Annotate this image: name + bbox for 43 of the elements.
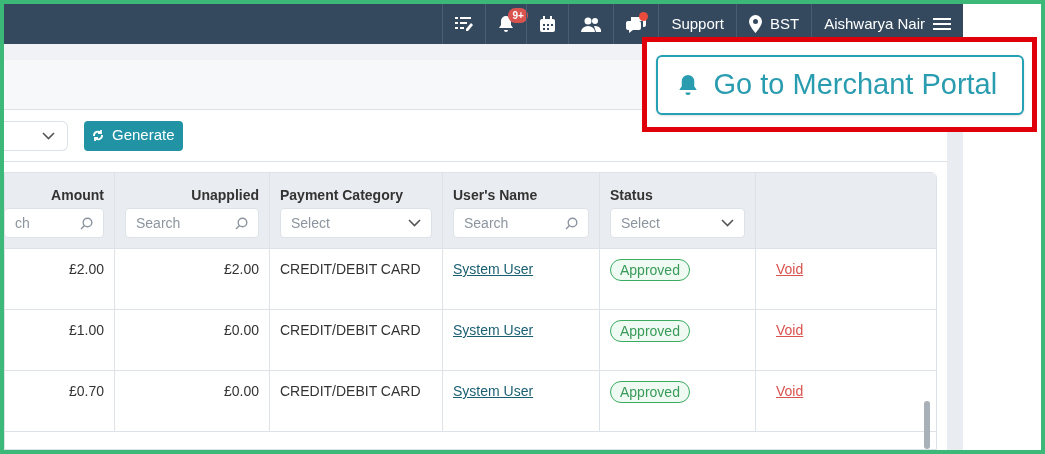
table-cell-text: CREDIT/DEBIT CARD — [280, 260, 421, 279]
menu-icon[interactable] — [933, 17, 951, 31]
user-link[interactable]: System User — [453, 320, 534, 341]
scrollbar-thumb[interactable] — [924, 401, 930, 449]
support-link[interactable]: Support — [671, 12, 724, 36]
table-cell-text: £2.00 — [68, 260, 104, 279]
table-cell-text: £0.00 — [223, 321, 259, 340]
location-pin-icon — [748, 15, 762, 33]
user-link[interactable]: System User — [453, 259, 534, 280]
search-icon — [235, 216, 248, 230]
refresh-icon — [92, 129, 104, 142]
generate-button[interactable]: Generate — [84, 120, 183, 151]
column-header[interactable]: Payment Category — [280, 185, 403, 206]
user-link[interactable]: System User — [453, 381, 534, 402]
chevron-down-icon — [408, 219, 421, 227]
chevron-down-icon — [721, 219, 734, 227]
void-link[interactable]: Void — [776, 261, 804, 277]
list-edit-icon[interactable] — [455, 16, 474, 32]
column-header[interactable]: User's Name — [453, 185, 538, 206]
chevron-down-icon — [42, 131, 55, 140]
user-name[interactable]: Aishwarya Nair — [824, 12, 925, 36]
bell-icon — [677, 72, 698, 97]
table-cell-text: CREDIT/DEBIT CARD — [280, 321, 421, 340]
people-icon[interactable] — [581, 16, 602, 32]
search-icon — [80, 216, 93, 230]
table-cell-text: £1.00 — [68, 321, 104, 340]
void-link[interactable]: Void — [776, 383, 804, 399]
timezone-label[interactable]: BST — [769, 12, 800, 36]
column-header[interactable]: Unapplied — [191, 185, 259, 206]
status-badge: Approved — [610, 320, 690, 342]
dropdown-field[interactable] — [4, 120, 68, 151]
table-cell-text: £0.00 — [223, 382, 259, 401]
table-cell-text: £0.70 — [68, 382, 104, 401]
bell-icon[interactable] — [498, 15, 515, 33]
table-cell-text: CREDIT/DEBIT CARD — [280, 382, 421, 401]
column-header[interactable]: Amount — [51, 185, 104, 206]
void-link[interactable]: Void — [776, 322, 804, 338]
table-cell-text: £2.00 — [223, 260, 259, 279]
status-badge: Approved — [610, 259, 690, 281]
status-badge: Approved — [610, 381, 690, 403]
search-icon — [565, 216, 578, 230]
calendar-icon[interactable] — [539, 15, 557, 33]
column-header[interactable]: Status — [610, 185, 653, 206]
